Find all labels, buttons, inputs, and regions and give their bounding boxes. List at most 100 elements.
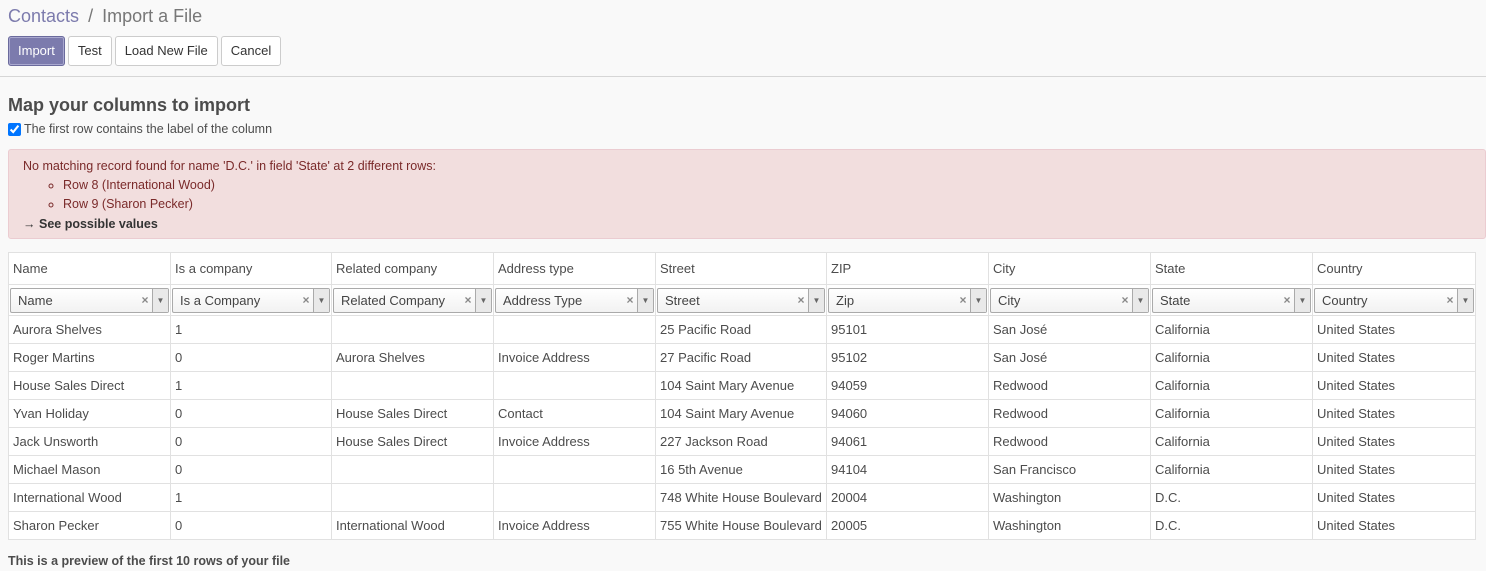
field-select[interactable]: Is a Company × ▼ [172, 287, 330, 313]
table-cell: Jack Unsworth [8, 427, 171, 456]
chevron-down-icon[interactable]: ▼ [313, 288, 329, 312]
table-cell: 20004 [826, 483, 989, 512]
table-row: Sharon Pecker 0 International Wood Invoice … [8, 511, 1476, 540]
clear-icon[interactable]: × [1280, 293, 1294, 307]
table-cell: House Sales Direct [331, 427, 494, 456]
table-cell: United States [1312, 399, 1476, 428]
table-cell: House Sales Direct [8, 371, 171, 400]
table-cell: Aurora Shelves [8, 315, 171, 344]
table-cell [331, 371, 494, 400]
chevron-down-icon[interactable]: ▼ [637, 288, 653, 312]
breadcrumb-current: Import a File [102, 6, 203, 26]
table-cell: 104 Saint Mary Avenue [655, 371, 827, 400]
field-select[interactable]: City × ▼ [990, 287, 1149, 313]
chevron-down-icon[interactable]: ▼ [152, 288, 168, 312]
breadcrumb-contacts-link[interactable]: Contacts [8, 6, 79, 26]
chevron-down-icon[interactable]: ▼ [970, 288, 986, 312]
table-cell [493, 483, 656, 512]
table-cell: California [1150, 455, 1313, 484]
field-mapping-cell: State × ▼ [1150, 284, 1313, 316]
table-cell: 95102 [826, 343, 989, 372]
clear-icon[interactable]: × [461, 293, 475, 307]
table-cell: California [1150, 371, 1313, 400]
field-select[interactable]: State × ▼ [1152, 287, 1311, 313]
table-cell: 94060 [826, 399, 989, 428]
alert-row-item: Row 9 (Sharon Pecker) [63, 195, 1471, 214]
field-mapping-cell: City × ▼ [988, 284, 1151, 316]
table-cell: 227 Jackson Road [655, 427, 827, 456]
table-cell: D.C. [1150, 483, 1313, 512]
field-select[interactable]: Country × ▼ [1314, 287, 1474, 313]
column-header: ZIP [826, 252, 989, 285]
field-select[interactable]: Street × ▼ [657, 287, 825, 313]
preview-table: Name Is a company Related company Address t… [8, 252, 1476, 540]
table-cell: 95101 [826, 315, 989, 344]
table-cell: 1 [170, 315, 332, 344]
clear-icon[interactable]: × [956, 293, 970, 307]
table-cell: 27 Pacific Road [655, 343, 827, 372]
table-cell: Redwood [988, 399, 1151, 428]
table-cell: Roger Martins [8, 343, 171, 372]
table-cell: United States [1312, 371, 1476, 400]
column-header: Is a company [170, 252, 332, 285]
table-cell: 0 [170, 511, 332, 540]
table-cell: San José [988, 315, 1151, 344]
table-cell: Redwood [988, 427, 1151, 456]
clear-icon[interactable]: × [794, 293, 808, 307]
field-select-value: Name [18, 292, 53, 308]
test-button[interactable]: Test [67, 36, 112, 66]
table-row: Roger Martins 0 Aurora Shelves Invoice Addr… [8, 343, 1476, 372]
table-cell [331, 315, 494, 344]
table-cell: California [1150, 315, 1313, 344]
table-cell: 0 [170, 399, 332, 428]
clear-icon[interactable]: × [299, 293, 313, 307]
clear-icon[interactable]: × [623, 293, 637, 307]
field-select-value: Country [1322, 292, 1368, 308]
field-select[interactable]: Related Company × ▼ [333, 287, 492, 313]
field-select[interactable]: Name × ▼ [10, 287, 169, 313]
cancel-button[interactable]: Cancel [220, 36, 282, 66]
table-cell: California [1150, 427, 1313, 456]
table-cell: House Sales Direct [331, 399, 494, 428]
chevron-down-icon[interactable]: ▼ [1457, 288, 1473, 312]
error-alert: No matching record found for name 'D.C.'… [8, 149, 1486, 239]
table-cell [493, 455, 656, 484]
field-select[interactable]: Zip × ▼ [828, 287, 987, 313]
field-mapping-cell: Is a Company × ▼ [170, 284, 332, 316]
load-new-file-button[interactable]: Load New File [114, 36, 218, 66]
table-cell: 104 Saint Mary Avenue [655, 399, 827, 428]
table-cell [331, 483, 494, 512]
table-cell: 748 White House Boulevard [655, 483, 827, 512]
table-cell: California [1150, 399, 1313, 428]
clear-icon[interactable]: × [1118, 293, 1132, 307]
table-cell: 0 [170, 455, 332, 484]
column-header: State [1150, 252, 1313, 285]
field-select[interactable]: Address Type × ▼ [495, 287, 654, 313]
first-row-checkbox-label[interactable]: The first row contains the label of the … [24, 121, 272, 137]
table-row: House Sales Direct 1 104 Saint Mary Avenue… [8, 371, 1476, 400]
import-button[interactable]: Import [8, 36, 65, 66]
chevron-down-icon[interactable]: ▼ [1294, 288, 1310, 312]
preview-note: This is a preview of the first 10 rows o… [8, 554, 291, 568]
column-header: Street [655, 252, 827, 285]
chevron-down-icon[interactable]: ▼ [808, 288, 824, 312]
table-cell: 1 [170, 483, 332, 512]
table-cell: Sharon Pecker [8, 511, 171, 540]
column-header: City [988, 252, 1151, 285]
chevron-down-icon[interactable]: ▼ [1132, 288, 1148, 312]
table-cell: Washington [988, 511, 1151, 540]
field-mapping-cell: Related Company × ▼ [331, 284, 494, 316]
table-cell: Washington [988, 483, 1151, 512]
field-mapping-cell: Street × ▼ [655, 284, 827, 316]
chevron-down-icon[interactable]: ▼ [475, 288, 491, 312]
column-header-row: Name Is a company Related company Address t… [8, 252, 1476, 285]
alert-message: No matching record found for name 'D.C.'… [23, 159, 436, 173]
clear-icon[interactable]: × [138, 293, 152, 307]
field-select-value: Street [665, 292, 700, 308]
page-title: Map your columns to import [8, 95, 251, 115]
clear-icon[interactable]: × [1443, 293, 1457, 307]
first-row-checkbox[interactable] [8, 122, 21, 136]
see-possible-values-link[interactable]: → See possible values [23, 215, 1471, 233]
breadcrumb-separator: / [88, 6, 94, 26]
field-select-value: City [998, 292, 1021, 308]
